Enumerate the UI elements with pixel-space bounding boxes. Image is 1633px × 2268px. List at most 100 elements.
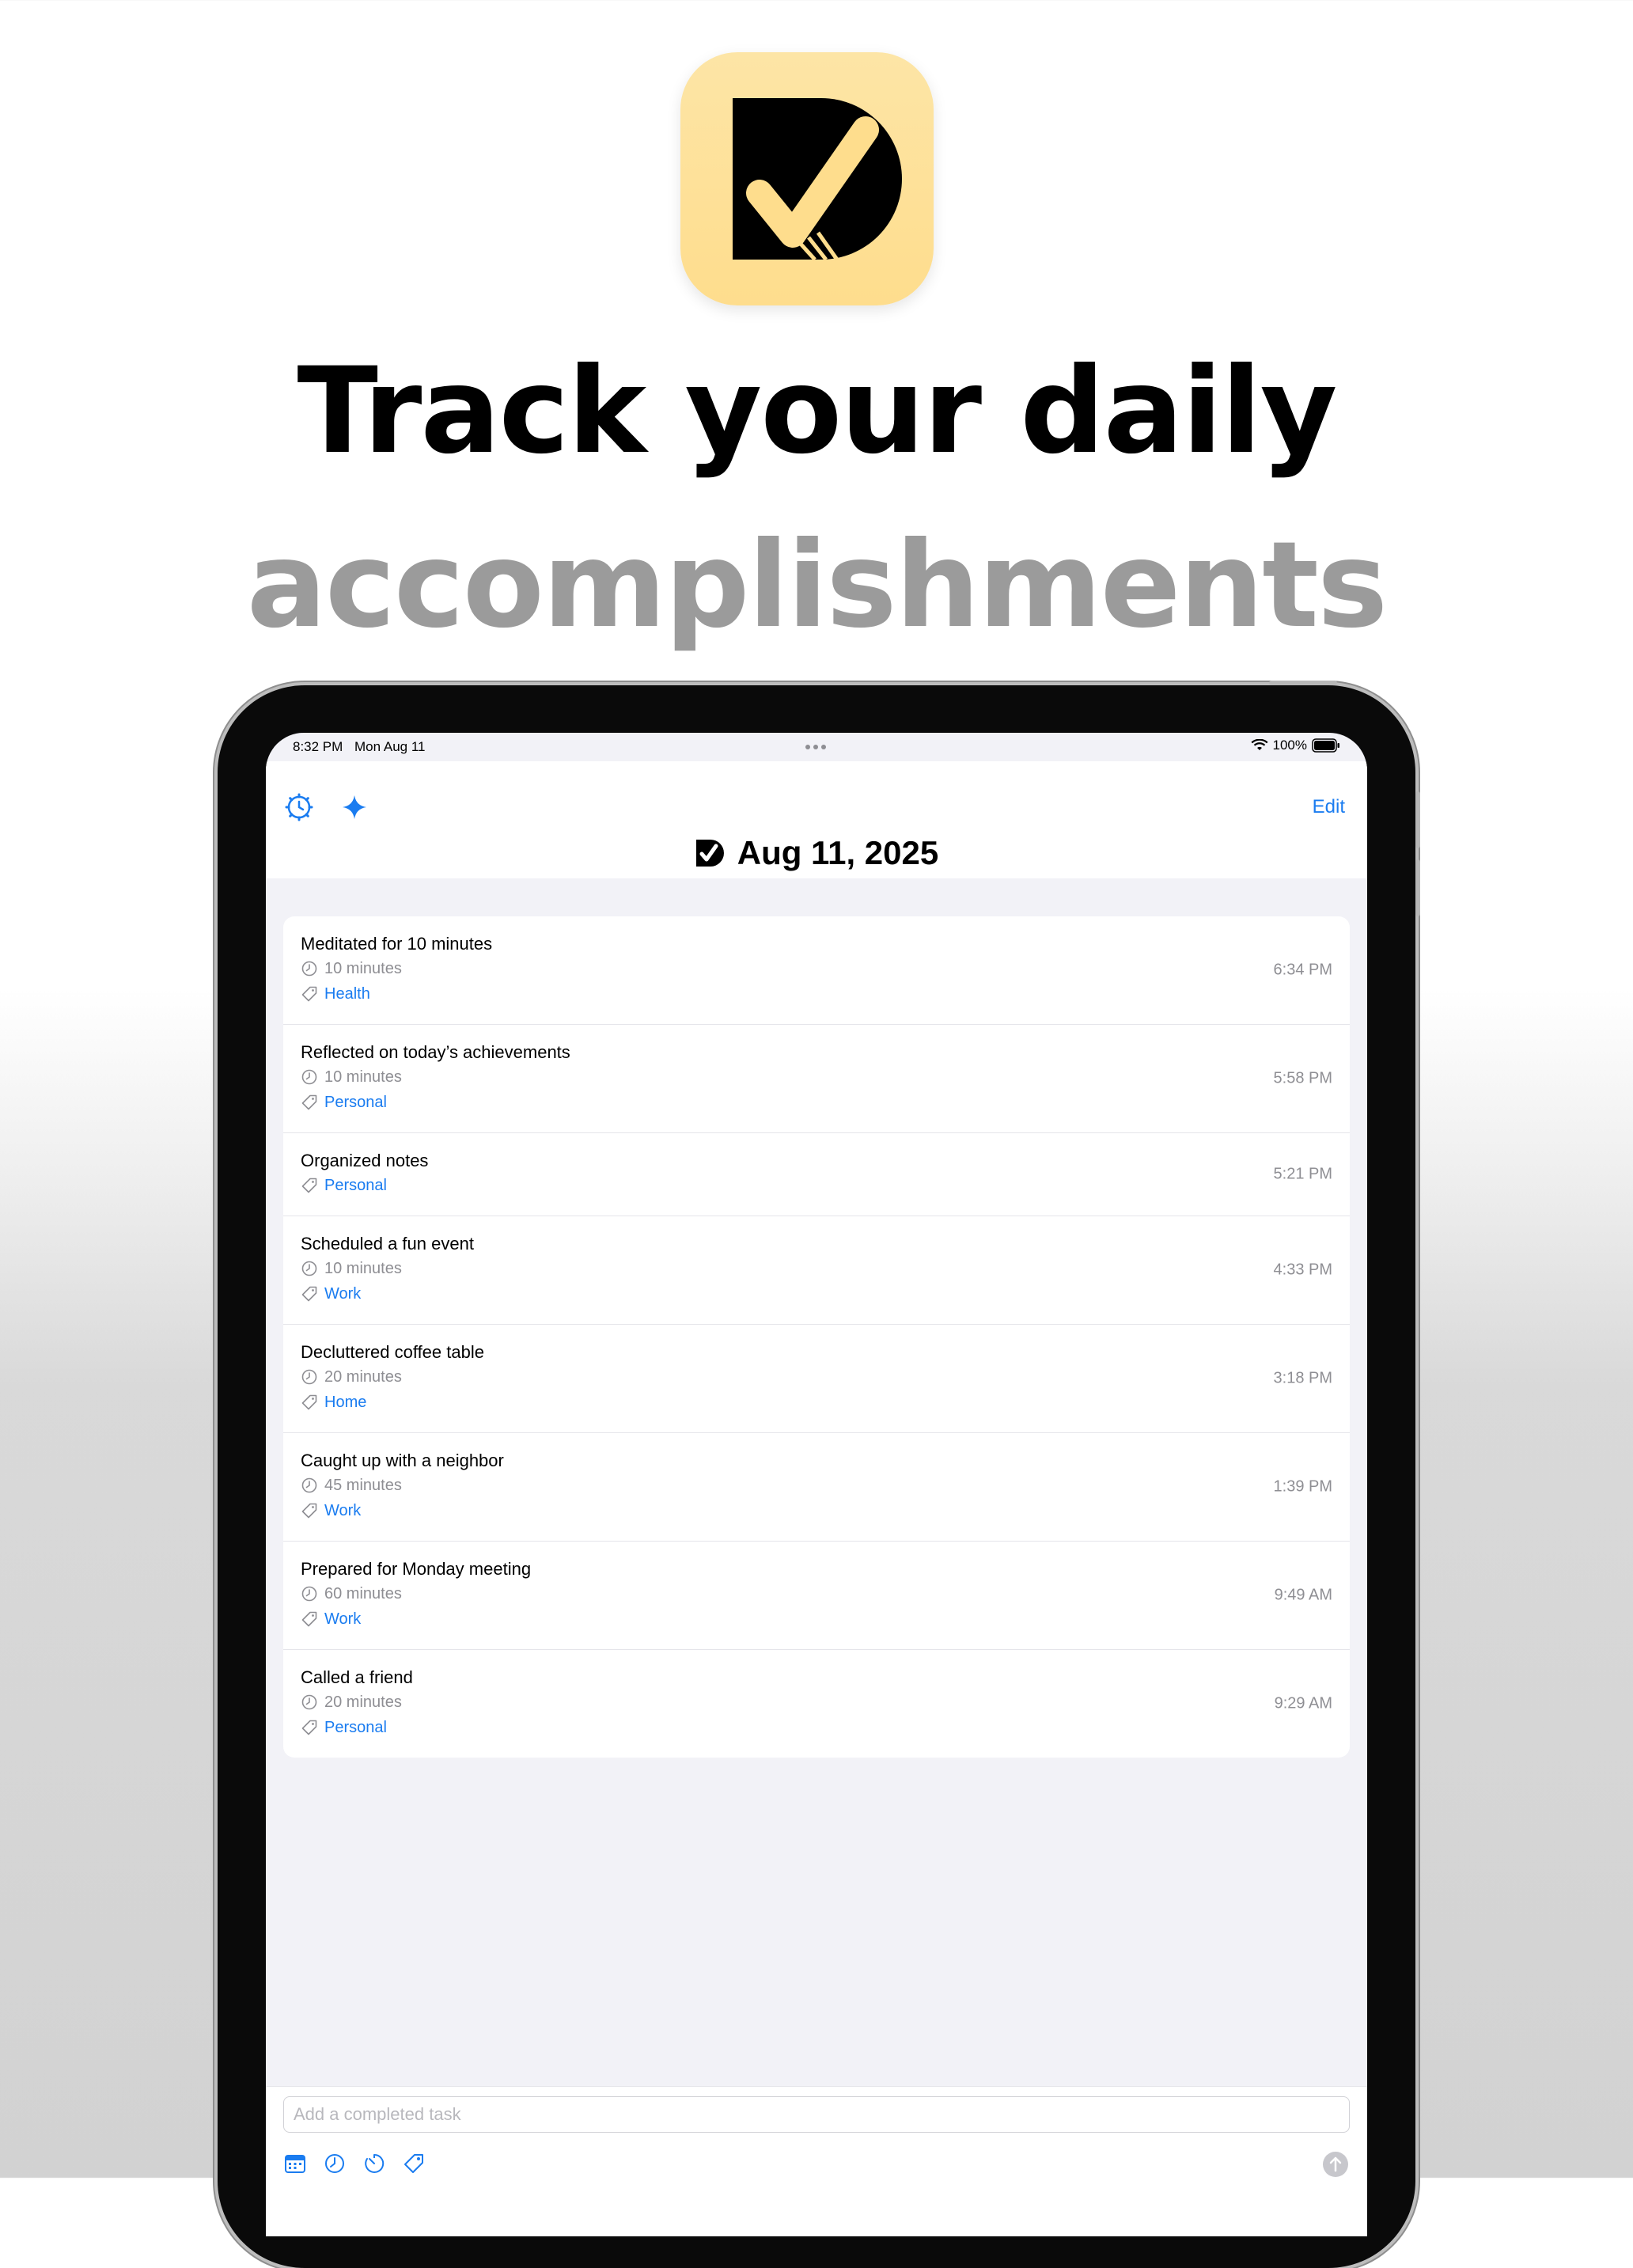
tag-icon bbox=[301, 1394, 317, 1410]
task-tag-line: Personal bbox=[301, 1090, 1332, 1115]
add-task-input[interactable] bbox=[283, 2096, 1350, 2133]
task-title: Prepared for Monday meeting bbox=[301, 1559, 532, 1579]
tag-icon bbox=[301, 1286, 317, 1302]
task-duration: 45 minutes bbox=[324, 1476, 402, 1494]
task-time: 1:39 PM bbox=[1273, 1477, 1332, 1496]
task-tag[interactable]: Work bbox=[324, 1285, 361, 1303]
task-row[interactable]: Prepared for Monday meeting 60 minutes Wor… bbox=[283, 1542, 1350, 1650]
wifi-icon bbox=[1250, 739, 1268, 750]
arrow-up-icon bbox=[1329, 2156, 1342, 2172]
task-row[interactable]: Scheduled a fun event 10 minutes Work 4:33 … bbox=[283, 1216, 1350, 1325]
time-button[interactable] bbox=[323, 2152, 347, 2175]
calendar-icon bbox=[285, 2155, 305, 2173]
app-logo-icon bbox=[695, 840, 724, 867]
task-duration-line: 10 minutes bbox=[301, 1256, 1332, 1281]
task-title: Decluttered coffee table bbox=[301, 1342, 484, 1362]
tag-button[interactable] bbox=[402, 2152, 426, 2175]
task-tag-line: Work bbox=[301, 1498, 1332, 1523]
tag-icon bbox=[301, 1094, 317, 1110]
duration-button[interactable] bbox=[362, 2152, 386, 2175]
battery-icon bbox=[1312, 738, 1339, 753]
status-date: Mon Aug 11 bbox=[354, 739, 426, 754]
task-time: 9:29 AM bbox=[1274, 1694, 1332, 1712]
task-title: Organized notes bbox=[301, 1151, 429, 1170]
clock-icon bbox=[301, 1261, 317, 1276]
navigation-header: Edit Aug 11, 2025 bbox=[266, 761, 1367, 878]
task-duration-line: 20 minutes bbox=[301, 1690, 1332, 1715]
headline-line-2: accomplishments bbox=[246, 517, 1388, 654]
task-tag[interactable]: Home bbox=[324, 1394, 366, 1412]
task-duration-line: 10 minutes bbox=[301, 1064, 1332, 1090]
task-duration-line: 45 minutes bbox=[301, 1473, 1332, 1498]
task-title: Caught up with a neighbor bbox=[301, 1451, 504, 1470]
sparkle-button[interactable] bbox=[340, 793, 369, 821]
task-list: Meditated for 10 minutes 10 minutes Health… bbox=[283, 916, 1350, 1758]
task-row[interactable]: Reflected on today’s achievements 10 minu… bbox=[283, 1025, 1350, 1133]
tag-icon bbox=[301, 1611, 317, 1627]
clock-icon bbox=[301, 1369, 317, 1385]
task-tag-line: Personal bbox=[301, 1715, 1332, 1740]
tag-icon bbox=[301, 1178, 317, 1193]
task-tag-line: Home bbox=[301, 1390, 1332, 1415]
task-title: Called a friend bbox=[301, 1667, 413, 1687]
top-button bbox=[1269, 681, 1337, 685]
task-tag[interactable]: Personal bbox=[324, 1719, 387, 1737]
task-tag[interactable]: Personal bbox=[324, 1094, 387, 1112]
tag-icon bbox=[301, 1503, 317, 1519]
task-row[interactable]: Called a friend 20 minutes Personal 9:29 AM bbox=[283, 1650, 1350, 1758]
edit-button[interactable]: Edit bbox=[1313, 796, 1345, 818]
app-screen: 8:32 PM Mon Aug 11 100% Edit Aug 11, 202… bbox=[266, 733, 1367, 2236]
tag-icon bbox=[301, 986, 317, 1002]
composer-tools bbox=[283, 2152, 426, 2175]
task-duration: 20 minutes bbox=[324, 1693, 402, 1711]
send-button[interactable] bbox=[1323, 2152, 1348, 2177]
clock-icon bbox=[301, 1477, 317, 1493]
multitasking-dots[interactable] bbox=[805, 745, 826, 749]
battery-percentage: 100% bbox=[1272, 738, 1307, 753]
task-tag[interactable]: Personal bbox=[324, 1177, 387, 1195]
task-tag[interactable]: Work bbox=[324, 1610, 361, 1629]
timer-icon bbox=[365, 2153, 385, 2173]
clock-icon bbox=[325, 2154, 344, 2173]
task-time: 4:33 PM bbox=[1273, 1261, 1332, 1279]
task-duration-line: 20 minutes bbox=[301, 1364, 1332, 1390]
headline-line-1: Track your daily bbox=[297, 343, 1338, 480]
task-tag-line: Work bbox=[301, 1281, 1332, 1307]
gear-clock-icon bbox=[285, 793, 313, 821]
tag-icon bbox=[404, 2154, 423, 2173]
task-tag[interactable]: Work bbox=[324, 1502, 361, 1520]
title-area: Aug 11, 2025 bbox=[266, 834, 1367, 872]
task-duration: 10 minutes bbox=[324, 1068, 402, 1086]
task-duration: 10 minutes bbox=[324, 1259, 402, 1277]
task-duration-line: 60 minutes bbox=[301, 1581, 1332, 1606]
task-tag-line: Health bbox=[301, 981, 1332, 1007]
app-icon bbox=[680, 52, 934, 305]
task-duration: 20 minutes bbox=[324, 1367, 402, 1386]
sparkle-icon bbox=[343, 795, 366, 819]
task-duration-line: 10 minutes bbox=[301, 956, 1332, 981]
task-time: 3:18 PM bbox=[1273, 1369, 1332, 1387]
status-bar: 8:32 PM Mon Aug 11 100% bbox=[266, 733, 1367, 761]
task-time: 5:58 PM bbox=[1273, 1069, 1332, 1087]
task-tag-line: Work bbox=[301, 1606, 1332, 1632]
calendar-button[interactable] bbox=[283, 2152, 307, 2175]
composer-bar bbox=[266, 2086, 1367, 2236]
tag-icon bbox=[301, 1720, 317, 1735]
task-title: Reflected on today’s achievements bbox=[301, 1042, 570, 1062]
task-title: Meditated for 10 minutes bbox=[301, 934, 493, 954]
task-row[interactable]: Organized notes Personal 5:21 PM bbox=[283, 1133, 1350, 1216]
app-logo-icon bbox=[733, 98, 902, 261]
task-duration: 60 minutes bbox=[324, 1584, 402, 1602]
task-row[interactable]: Decluttered coffee table 20 minutes Home 3:… bbox=[283, 1325, 1350, 1433]
volume-up-button bbox=[1415, 791, 1420, 848]
clock-icon bbox=[301, 1586, 317, 1602]
settings-button[interactable] bbox=[285, 793, 313, 821]
task-time: 5:21 PM bbox=[1273, 1165, 1332, 1183]
task-row[interactable]: Caught up with a neighbor 45 minutes Work 1… bbox=[283, 1433, 1350, 1542]
clock-icon bbox=[301, 1069, 317, 1085]
task-time: 9:49 AM bbox=[1274, 1586, 1332, 1604]
task-title: Scheduled a fun event bbox=[301, 1234, 474, 1253]
task-row[interactable]: Meditated for 10 minutes 10 minutes Health… bbox=[283, 916, 1350, 1025]
task-tag[interactable]: Health bbox=[324, 985, 370, 1003]
clock-icon bbox=[301, 961, 317, 977]
